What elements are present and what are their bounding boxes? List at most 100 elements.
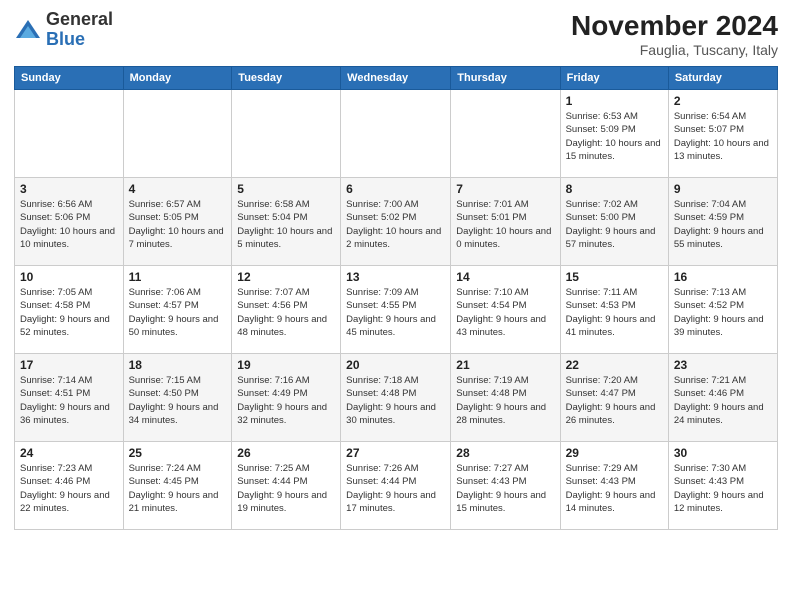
day-info: Sunrise: 7:07 AMSunset: 4:56 PMDaylight:… [237, 286, 335, 339]
day-info: Sunrise: 6:54 AMSunset: 5:07 PMDaylight:… [674, 110, 772, 163]
day-info: Sunrise: 7:26 AMSunset: 4:44 PMDaylight:… [346, 462, 445, 515]
day-info: Sunrise: 7:06 AMSunset: 4:57 PMDaylight:… [129, 286, 227, 339]
calendar-cell: 29 Sunrise: 7:29 AMSunset: 4:43 PMDayligh… [560, 442, 668, 530]
day-number: 6 [346, 182, 445, 196]
calendar-week-row: 3 Sunrise: 6:56 AMSunset: 5:06 PMDaylight… [15, 178, 778, 266]
calendar-cell: 17 Sunrise: 7:14 AMSunset: 4:51 PMDayligh… [15, 354, 124, 442]
day-of-week-header: Friday [560, 67, 668, 90]
day-number: 25 [129, 446, 227, 460]
day-number: 27 [346, 446, 445, 460]
day-number: 13 [346, 270, 445, 284]
calendar-cell: 18 Sunrise: 7:15 AMSunset: 4:50 PMDayligh… [123, 354, 232, 442]
calendar-cell: 9 Sunrise: 7:04 AMSunset: 4:59 PMDaylight… [668, 178, 777, 266]
calendar-cell: 23 Sunrise: 7:21 AMSunset: 4:46 PMDayligh… [668, 354, 777, 442]
day-info: Sunrise: 7:11 AMSunset: 4:53 PMDaylight:… [566, 286, 663, 339]
day-number: 12 [237, 270, 335, 284]
calendar-cell: 25 Sunrise: 7:24 AMSunset: 4:45 PMDayligh… [123, 442, 232, 530]
day-number: 26 [237, 446, 335, 460]
logo: General Blue [14, 10, 113, 50]
title-block: November 2024 Fauglia, Tuscany, Italy [571, 10, 778, 58]
day-of-week-header: Tuesday [232, 67, 341, 90]
day-number: 9 [674, 182, 772, 196]
calendar: SundayMondayTuesdayWednesdayThursdayFrid… [14, 66, 778, 530]
day-info: Sunrise: 7:27 AMSunset: 4:43 PMDaylight:… [456, 462, 554, 515]
day-of-week-header: Sunday [15, 67, 124, 90]
day-number: 15 [566, 270, 663, 284]
calendar-cell [123, 90, 232, 178]
calendar-cell: 15 Sunrise: 7:11 AMSunset: 4:53 PMDayligh… [560, 266, 668, 354]
day-info: Sunrise: 7:14 AMSunset: 4:51 PMDaylight:… [20, 374, 118, 427]
day-info: Sunrise: 6:53 AMSunset: 5:09 PMDaylight:… [566, 110, 663, 163]
day-number: 18 [129, 358, 227, 372]
day-info: Sunrise: 7:10 AMSunset: 4:54 PMDaylight:… [456, 286, 554, 339]
calendar-cell: 2 Sunrise: 6:54 AMSunset: 5:07 PMDaylight… [668, 90, 777, 178]
month-title: November 2024 [571, 10, 778, 42]
day-of-week-header: Saturday [668, 67, 777, 90]
day-number: 17 [20, 358, 118, 372]
calendar-cell: 14Sunrise: 7:10 AMSunset: 4:54 PMDayligh… [451, 266, 560, 354]
calendar-cell: 27 Sunrise: 7:26 AMSunset: 4:44 PMDayligh… [341, 442, 451, 530]
calendar-cell: 22 Sunrise: 7:20 AMSunset: 4:47 PMDayligh… [560, 354, 668, 442]
calendar-week-row: 1 Sunrise: 6:53 AMSunset: 5:09 PMDaylight… [15, 90, 778, 178]
calendar-week-row: 10 Sunrise: 7:05 AMSunset: 4:58 PMDayligh… [15, 266, 778, 354]
calendar-cell: 10 Sunrise: 7:05 AMSunset: 4:58 PMDayligh… [15, 266, 124, 354]
day-number: 1 [566, 94, 663, 108]
day-of-week-header: Wednesday [341, 67, 451, 90]
day-info: Sunrise: 6:56 AMSunset: 5:06 PMDaylight:… [20, 198, 118, 251]
day-number: 20 [346, 358, 445, 372]
day-of-week-header: Monday [123, 67, 232, 90]
day-number: 11 [129, 270, 227, 284]
day-info: Sunrise: 7:23 AMSunset: 4:46 PMDaylight:… [20, 462, 118, 515]
day-info: Sunrise: 7:00 AMSunset: 5:02 PMDaylight:… [346, 198, 445, 251]
day-number: 29 [566, 446, 663, 460]
day-info: Sunrise: 7:29 AMSunset: 4:43 PMDaylight:… [566, 462, 663, 515]
day-number: 21 [456, 358, 554, 372]
calendar-cell [232, 90, 341, 178]
day-info: Sunrise: 7:15 AMSunset: 4:50 PMDaylight:… [129, 374, 227, 427]
calendar-cell: 1 Sunrise: 6:53 AMSunset: 5:09 PMDaylight… [560, 90, 668, 178]
day-info: Sunrise: 7:21 AMSunset: 4:46 PMDaylight:… [674, 374, 772, 427]
calendar-cell [15, 90, 124, 178]
day-number: 24 [20, 446, 118, 460]
calendar-cell: 26 Sunrise: 7:25 AMSunset: 4:44 PMDayligh… [232, 442, 341, 530]
calendar-cell: 3 Sunrise: 6:56 AMSunset: 5:06 PMDaylight… [15, 178, 124, 266]
day-info: Sunrise: 7:24 AMSunset: 4:45 PMDaylight:… [129, 462, 227, 515]
calendar-cell: 24 Sunrise: 7:23 AMSunset: 4:46 PMDayligh… [15, 442, 124, 530]
day-number: 7 [456, 182, 554, 196]
calendar-cell: 11 Sunrise: 7:06 AMSunset: 4:57 PMDayligh… [123, 266, 232, 354]
header: General Blue November 2024 Fauglia, Tusc… [14, 10, 778, 58]
day-info: Sunrise: 6:58 AMSunset: 5:04 PMDaylight:… [237, 198, 335, 251]
calendar-cell: 7Sunrise: 7:01 AMSunset: 5:01 PMDaylight… [451, 178, 560, 266]
calendar-cell: 16Sunrise: 7:13 AMSunset: 4:52 PMDayligh… [668, 266, 777, 354]
day-number: 23 [674, 358, 772, 372]
calendar-week-row: 24 Sunrise: 7:23 AMSunset: 4:46 PMDayligh… [15, 442, 778, 530]
calendar-cell: 5Sunrise: 6:58 AMSunset: 5:04 PMDaylight… [232, 178, 341, 266]
day-number: 2 [674, 94, 772, 108]
calendar-cell: 28 Sunrise: 7:27 AMSunset: 4:43 PMDayligh… [451, 442, 560, 530]
logo-blue: Blue [46, 29, 85, 49]
calendar-cell: 21Sunrise: 7:19 AMSunset: 4:48 PMDayligh… [451, 354, 560, 442]
day-number: 22 [566, 358, 663, 372]
day-info: Sunrise: 7:20 AMSunset: 4:47 PMDaylight:… [566, 374, 663, 427]
day-info: Sunrise: 7:13 AMSunset: 4:52 PMDaylight:… [674, 286, 772, 339]
calendar-cell: 4Sunrise: 6:57 AMSunset: 5:05 PMDaylight… [123, 178, 232, 266]
day-number: 28 [456, 446, 554, 460]
day-number: 3 [20, 182, 118, 196]
page: General Blue November 2024 Fauglia, Tusc… [0, 0, 792, 612]
day-info: Sunrise: 7:30 AMSunset: 4:43 PMDaylight:… [674, 462, 772, 515]
day-of-week-header: Thursday [451, 67, 560, 90]
day-info: Sunrise: 7:18 AMSunset: 4:48 PMDaylight:… [346, 374, 445, 427]
calendar-cell: 6 Sunrise: 7:00 AMSunset: 5:02 PMDaylight… [341, 178, 451, 266]
calendar-cell: 30Sunrise: 7:30 AMSunset: 4:43 PMDayligh… [668, 442, 777, 530]
day-number: 8 [566, 182, 663, 196]
calendar-cell: 13Sunrise: 7:09 AMSunset: 4:55 PMDayligh… [341, 266, 451, 354]
logo-icon [14, 16, 42, 44]
day-info: Sunrise: 7:04 AMSunset: 4:59 PMDaylight:… [674, 198, 772, 251]
logo-text: General Blue [46, 10, 113, 50]
calendar-cell: 19Sunrise: 7:16 AMSunset: 4:49 PMDayligh… [232, 354, 341, 442]
day-info: Sunrise: 7:25 AMSunset: 4:44 PMDaylight:… [237, 462, 335, 515]
calendar-cell: 12 Sunrise: 7:07 AMSunset: 4:56 PMDayligh… [232, 266, 341, 354]
day-info: Sunrise: 7:05 AMSunset: 4:58 PMDaylight:… [20, 286, 118, 339]
location: Fauglia, Tuscany, Italy [571, 42, 778, 58]
day-number: 10 [20, 270, 118, 284]
